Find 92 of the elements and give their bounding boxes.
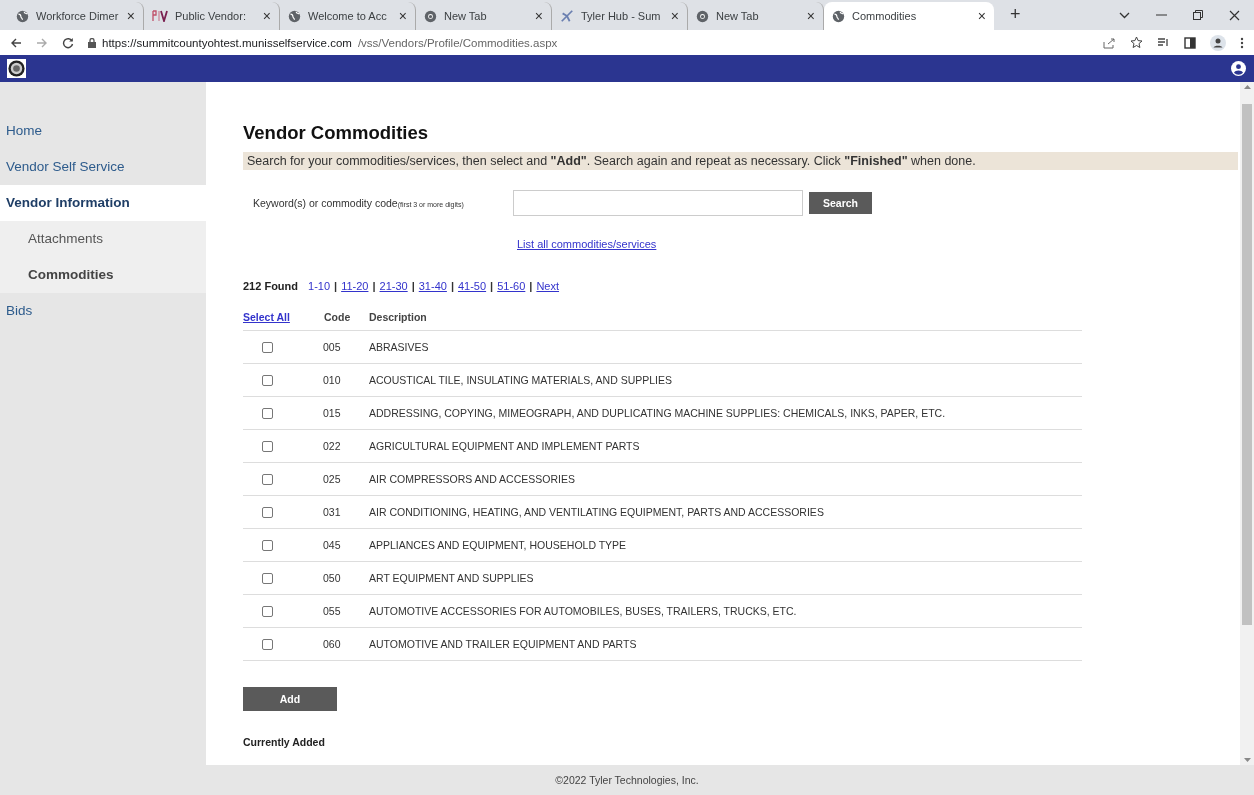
lock-icon [88, 37, 96, 48]
page-link[interactable]: 41-50 [457, 280, 487, 292]
row-checkbox[interactable] [262, 341, 273, 353]
select-all-link[interactable]: Select All [243, 311, 290, 323]
globe-icon [16, 9, 29, 23]
separator-text: | [334, 280, 338, 292]
scroll-up-icon[interactable] [1243, 85, 1251, 89]
side-panel-icon[interactable] [1184, 36, 1196, 49]
code-cell: 022 [323, 429, 368, 463]
globe-icon [832, 9, 845, 23]
column-header: Code [323, 310, 368, 331]
new-tab-button[interactable]: + [1004, 3, 1027, 26]
star-icon[interactable] [1130, 36, 1143, 49]
code-cell: 060 [323, 627, 368, 661]
page-link[interactable]: 21-30 [379, 280, 408, 292]
page-link[interactable]: 51-60 [497, 280, 526, 292]
separator-text: | [372, 280, 376, 292]
description-cell: ADDRESSING, COPYING, MIMEOGRAPH, AND DUPLICATING MACHINE SUPPLIES: CHEMICALS, INKS, PAPER, ETC. [368, 396, 1082, 430]
page-title: Vendor Commodities [243, 122, 430, 144]
sidebar-item[interactable]: Attachments [0, 221, 206, 257]
close-tab-button[interactable]: × [977, 8, 986, 24]
row-checkbox[interactable] [262, 539, 273, 551]
separator-text: | [411, 280, 415, 292]
page-link[interactable]: 31-40 [418, 280, 447, 292]
separator-text: | [450, 280, 454, 292]
description-cell: APPLIANCES AND EQUIPMENT, HOUSEHOLD TYPE [368, 528, 1082, 562]
code-cell: 045 [323, 528, 368, 562]
row-checkbox[interactable] [262, 572, 273, 584]
description-cell: ABRASIVES [368, 330, 1082, 364]
description-cell: AIR COMPRESSORS AND ACCESSORIES [368, 462, 1082, 496]
row-checkbox[interactable] [262, 374, 273, 386]
row-checkbox[interactable] [262, 440, 273, 452]
close-tab-button[interactable]: × [534, 8, 543, 24]
user-account-icon[interactable] [1231, 61, 1246, 76]
pv-logo-icon [152, 10, 168, 22]
reload-icon[interactable] [62, 36, 74, 49]
column-header: Description [368, 310, 1082, 331]
instructions-text: Search for your commodities/services, then select and "Add". Search again and repeat as necessary. Click "Finished" when done. [243, 152, 1238, 170]
county-seal-logo[interactable] [7, 59, 26, 78]
sidebar-item[interactable]: Bids [0, 293, 206, 329]
page-link[interactable]: 1-10 [308, 280, 331, 292]
section-heading: Currently Added [243, 736, 326, 748]
code-cell: 025 [323, 462, 368, 496]
description-cell: AIR CONDITIONING, HEATING, AND VENTILATING EQUIPMENT, PARTS AND ACCESSORIES [368, 495, 1082, 529]
code-cell: 055 [323, 594, 368, 628]
row-checkbox[interactable] [262, 605, 273, 617]
copyright-text: ©2022 Tyler Technologies, Inc. [555, 774, 699, 786]
results-count: 212 Found [243, 280, 298, 292]
code-cell: 010 [323, 363, 368, 397]
back-arrow-icon[interactable] [10, 36, 22, 49]
share-icon[interactable] [1103, 36, 1116, 49]
forward-arrow-icon[interactable] [36, 36, 48, 49]
sidebar-item[interactable]: Vendor Self Service [0, 149, 206, 185]
code-cell: 050 [323, 561, 368, 595]
row-checkbox[interactable] [262, 407, 273, 419]
search-field[interactable] [513, 190, 803, 216]
sidebar-item[interactable]: Home [0, 113, 206, 149]
close-tab-button[interactable]: × [806, 8, 815, 24]
code-cell: 005 [323, 330, 368, 364]
search-button[interactable]: Search [809, 192, 873, 214]
code-cell: 015 [323, 396, 368, 430]
close-tab-button[interactable]: × [126, 8, 135, 24]
scroll-down-icon[interactable] [1243, 758, 1251, 762]
close-icon[interactable] [1229, 9, 1240, 21]
row-checkbox[interactable] [262, 638, 273, 650]
profile-icon[interactable] [1210, 34, 1226, 51]
description-cell: ART EQUIPMENT AND SUPPLIES [368, 561, 1082, 595]
description-cell: ACOUSTICAL TILE, INSULATING MATERIALS, AND SUPPLIES [368, 363, 1082, 397]
restore-icon[interactable] [1193, 10, 1203, 20]
playlist-icon[interactable] [1157, 36, 1170, 49]
browser-tab[interactable]: Commodities × [824, 2, 994, 30]
code-cell: 031 [323, 495, 368, 529]
page-link[interactable]: 11-20 [341, 280, 369, 292]
row-checkbox[interactable] [262, 473, 273, 485]
close-tab-button[interactable]: × [262, 8, 271, 24]
description-cell: AUTOMOTIVE ACCESSORIES FOR AUTOMOBILES, BUSES, TRAILERS, TRUCKS, ETC. [368, 594, 1082, 628]
separator-text: | [529, 280, 533, 292]
close-tab-button[interactable]: × [398, 8, 407, 24]
description-cell: AGRICULTURAL EQUIPMENT AND IMPLEMENT PARTS [368, 429, 1082, 463]
sidebar-item[interactable]: Commodities [0, 257, 206, 293]
more-menu-icon[interactable] [1240, 36, 1244, 49]
globe-icon [288, 9, 301, 23]
description-cell: AUTOMOTIVE AND TRAILER EQUIPMENT AND PARTS [368, 627, 1082, 661]
sidebar-item[interactable]: Vendor Information [0, 185, 206, 221]
add-button[interactable]: Add [243, 687, 337, 711]
page-link[interactable]: Next [536, 280, 560, 292]
close-tab-button[interactable]: × [670, 8, 679, 24]
row-checkbox[interactable] [262, 506, 273, 518]
separator-text: | [490, 280, 494, 292]
scrollbar-thumb[interactable] [1242, 104, 1252, 625]
list-all-link[interactable]: List all commodities/services [517, 238, 657, 250]
chevron-down-icon[interactable] [1119, 11, 1130, 19]
